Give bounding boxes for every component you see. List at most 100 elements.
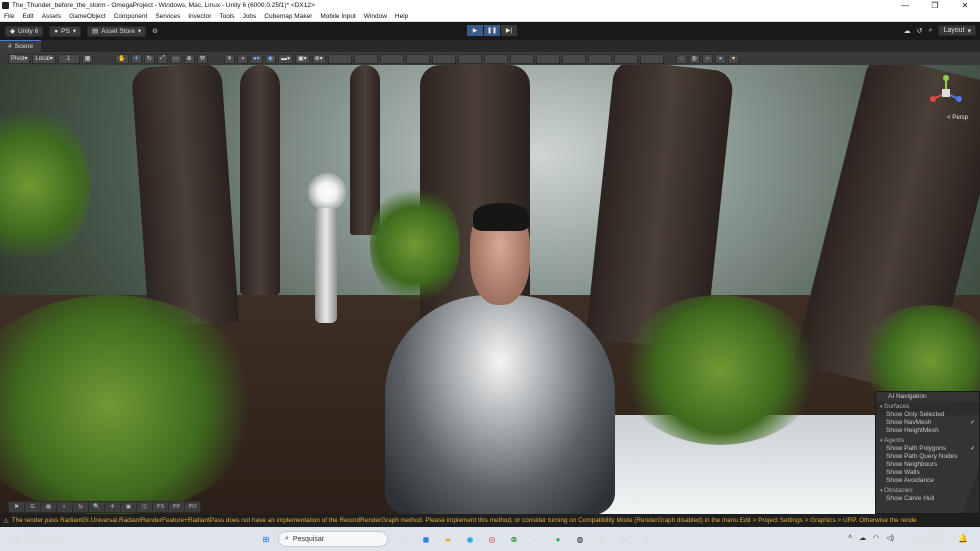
shading-dropdown-icon[interactable]: ▾: [727, 53, 739, 64]
draw-mode-icon[interactable]: ✕: [224, 53, 236, 64]
overlay-tool-5[interactable]: ⇆: [73, 502, 88, 512]
scene-viewport[interactable]: < Persp ✖ ☰ ▦ ◐ ⇆ 🔍 ✛ ▣ ◫ PS PP PO: [0, 65, 980, 514]
console-status-bar[interactable]: ⚠ The render pass RadiantGI.Universal.Ra…: [0, 514, 980, 527]
toggle-show-neighbours[interactable]: Show Neighbours: [876, 461, 979, 469]
local-dropdown[interactable]: Local ▾: [32, 53, 56, 64]
menu-help[interactable]: Help: [391, 13, 412, 20]
taskbar-search[interactable]: ⌕ Pesquisar: [278, 531, 388, 547]
overlay-tool-8[interactable]: ▣: [121, 502, 136, 512]
menu-assets[interactable]: Assets: [38, 13, 66, 20]
weather-widget[interactable]: ☁ 26°C Pred. nublado: [10, 530, 65, 546]
overlay-tool-6[interactable]: 🔍: [89, 502, 104, 512]
shading-unlit-icon[interactable]: ○: [701, 53, 713, 64]
persp-label[interactable]: < Persp: [947, 115, 968, 121]
volume-icon[interactable]: ◁): [886, 534, 894, 542]
minimize-button[interactable]: —: [890, 0, 920, 11]
windows-start-icon[interactable]: ⊞: [258, 531, 274, 547]
tab-scene[interactable]: # Scene: [0, 40, 42, 52]
menu-tools[interactable]: Tools: [215, 13, 238, 20]
orientation-gizmo[interactable]: < Persp: [928, 75, 968, 121]
gizmos-dropdown-icon[interactable]: ⊕▾: [311, 53, 326, 64]
menu-component[interactable]: Component: [110, 13, 152, 20]
rect-tool-icon[interactable]: ▭: [169, 53, 182, 64]
toggle-show-heightmesh[interactable]: Show HeightMesh: [876, 427, 979, 435]
overlay-tool-ps[interactable]: PS: [153, 502, 168, 512]
move-tool-icon[interactable]: ✛: [130, 53, 142, 64]
close-button[interactable]: ✕: [950, 0, 980, 11]
search-icon[interactable]: ⌕: [929, 27, 933, 35]
overlay-tool-1[interactable]: ✖: [9, 502, 24, 512]
wifi-icon[interactable]: ◠: [873, 534, 879, 542]
play-button[interactable]: ▶: [467, 25, 483, 36]
ps-dropdown[interactable]: ● PS ▾: [49, 25, 82, 37]
obs-icon[interactable]: ◉: [594, 531, 610, 547]
chrome-icon[interactable]: ◎: [484, 531, 500, 547]
menu-cubemap-maker[interactable]: Cubemap Maker: [260, 13, 316, 20]
toggle-show-path-polygons[interactable]: Show Path Polygons ✓: [876, 445, 979, 453]
toggle-show-avoidance[interactable]: Show Avoidance: [876, 477, 979, 485]
rotate-tool-icon[interactable]: ↻: [143, 53, 155, 64]
render-mode-icon[interactable]: ◑: [237, 53, 249, 64]
gizmo-visibility-icon[interactable]: ◉: [264, 53, 276, 64]
section-agents[interactable]: Agents: [876, 436, 979, 445]
section-surfaces[interactable]: Surfaces: [876, 402, 979, 411]
scene-visibility-icon[interactable]: ●▾: [250, 53, 263, 64]
file-explorer-icon[interactable]: ▰: [440, 531, 456, 547]
onedrive-icon[interactable]: ☁: [859, 534, 866, 542]
asset-store-dropdown[interactable]: ▤ Asset Store ▾: [87, 25, 147, 37]
toggle-show-only-selected[interactable]: Show Only Selected: [876, 411, 979, 419]
edge-icon[interactable]: ◉: [462, 531, 478, 547]
overlay-tool-9[interactable]: ◫: [137, 502, 152, 512]
lighting-toggle-icon[interactable]: ▬▾: [277, 53, 293, 64]
menu-window[interactable]: Window: [360, 13, 391, 20]
spotify-icon[interactable]: ●: [550, 531, 566, 547]
transform-tool-icon[interactable]: ⊕: [183, 53, 195, 64]
overlay-tool-7[interactable]: ✛: [105, 502, 120, 512]
pivot-dropdown[interactable]: Pivot ▾: [8, 53, 31, 64]
shading-shaded-wire-icon[interactable]: ◍: [688, 53, 700, 64]
menu-mobile-input[interactable]: Mobile Input: [316, 13, 359, 20]
widgets-icon[interactable]: ◼: [418, 531, 434, 547]
menu-jobs[interactable]: Jobs: [239, 13, 261, 20]
camera-settings-icon[interactable]: ▣▾: [294, 53, 310, 64]
overlay-tool-4[interactable]: ◐: [57, 502, 72, 512]
task-view-icon[interactable]: ▭: [396, 531, 412, 547]
overlay-tool-2[interactable]: ☰: [25, 502, 40, 512]
hand-tool-icon[interactable]: ✋: [115, 53, 129, 64]
overlay-tool-3[interactable]: ▦: [41, 502, 56, 512]
overlay-tool-po[interactable]: PO: [185, 502, 200, 512]
unity-hub-icon[interactable]: ◆: [616, 531, 632, 547]
toggle-show-walls[interactable]: Show Walls: [876, 469, 979, 477]
menu-file[interactable]: File: [0, 13, 18, 20]
notification-bell-icon[interactable]: 🔔: [958, 534, 968, 543]
section-obstacles[interactable]: Obstacles: [876, 486, 979, 495]
grid-snap-field[interactable]: 1: [57, 53, 80, 64]
chevron-up-icon[interactable]: ˄: [848, 534, 852, 542]
menu-gameobject[interactable]: GameObject: [65, 13, 110, 20]
maximize-button[interactable]: ❐: [920, 0, 950, 11]
toggle-show-navmesh[interactable]: Show NavMesh ✓: [876, 419, 979, 427]
toggle-show-path-query-nodes[interactable]: Show Path Query Nodes: [876, 453, 979, 461]
unity-editor-icon[interactable]: ◇: [638, 531, 654, 547]
menu-edit[interactable]: Edit: [18, 13, 37, 20]
app-icon[interactable]: ◐: [528, 531, 544, 547]
custom-tool-icon[interactable]: ⚒: [196, 53, 209, 64]
scale-tool-icon[interactable]: ⤢: [156, 53, 168, 64]
steam-icon[interactable]: ◍: [572, 531, 588, 547]
unity-account-button[interactable]: ◆ Unity 6: [5, 25, 44, 37]
chrome-character[interactable]: [365, 203, 615, 514]
step-button[interactable]: ▶|: [501, 25, 517, 36]
cloud-services-icon[interactable]: ☁: [904, 27, 911, 35]
taskbar-clock[interactable]: 00:34 08/11/2024: [914, 530, 946, 548]
xbox-icon[interactable]: ⊗: [506, 531, 522, 547]
overlay-tool-pp[interactable]: PP: [169, 502, 184, 512]
layout-dropdown[interactable]: Layout ▾: [938, 25, 976, 36]
shading-lit-icon[interactable]: ●: [714, 53, 726, 64]
grid-icon[interactable]: ▦: [81, 53, 94, 64]
history-icon[interactable]: ↺: [917, 27, 923, 35]
pause-button[interactable]: ❚❚: [484, 25, 500, 36]
menu-invector[interactable]: Invector: [184, 13, 215, 20]
shading-wireframe-icon[interactable]: ◌: [675, 53, 687, 64]
settings-icon[interactable]: ⚙: [152, 27, 158, 35]
menu-services[interactable]: Services: [151, 13, 184, 20]
